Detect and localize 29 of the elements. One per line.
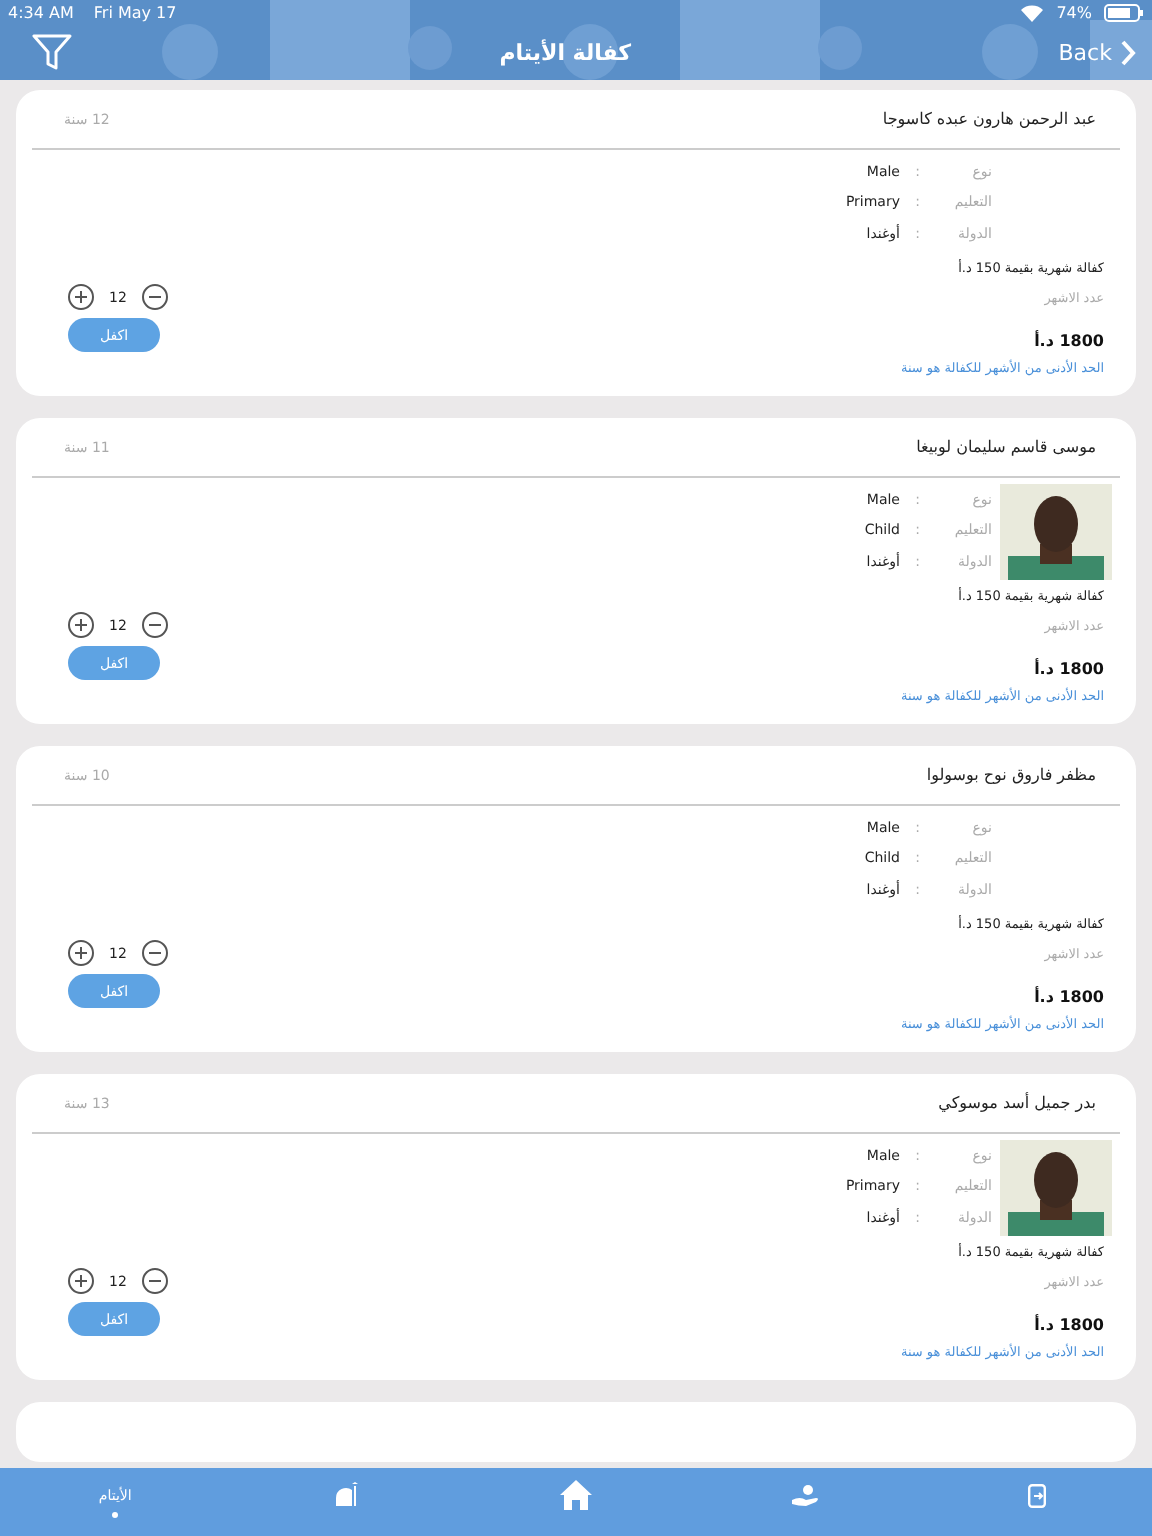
battery-level: 74% [1056, 3, 1092, 21]
decrease-button[interactable] [142, 612, 168, 638]
increase-button[interactable] [68, 1268, 94, 1294]
decrease-button[interactable] [142, 940, 168, 966]
wifi-icon [1020, 3, 1045, 21]
decrease-button[interactable] [142, 1268, 168, 1294]
hand-icon [792, 1483, 821, 1507]
total-amount: 1800 د.أ [1034, 1316, 1104, 1334]
orphan-name: بدر جميل أسد موسوكي [938, 1094, 1096, 1112]
battery-icon [1104, 3, 1144, 21]
total-amount: 1800 د.أ [1034, 332, 1104, 350]
orphan-name: مظفر فاروق نوح بوسولوا [926, 766, 1096, 784]
increase-button[interactable] [68, 612, 94, 638]
page-title: كفالة الأيتام [499, 39, 632, 65]
increase-button[interactable] [68, 940, 94, 966]
status-time: 4:34 AM [8, 3, 74, 21]
decrease-button[interactable] [142, 284, 168, 310]
orphan-name: موسى قاسم سليمان لوبيغا [916, 438, 1096, 456]
increase-button[interactable] [68, 284, 94, 310]
status-date: Fri May 17 [93, 3, 177, 21]
filter-button[interactable] [32, 34, 72, 70]
total-amount: 1800 د.أ [1034, 988, 1104, 1006]
chevron-icon [1119, 39, 1136, 65]
mosque-icon [333, 1482, 358, 1508]
home-icon [560, 1480, 592, 1510]
back-button[interactable]: Back [1058, 39, 1136, 65]
total-amount: 1800 د.أ [1034, 660, 1104, 678]
orphan-name: عبد الرحمن هارون عبده كاسوجا [882, 110, 1096, 128]
logout-icon [1027, 1483, 1046, 1507]
